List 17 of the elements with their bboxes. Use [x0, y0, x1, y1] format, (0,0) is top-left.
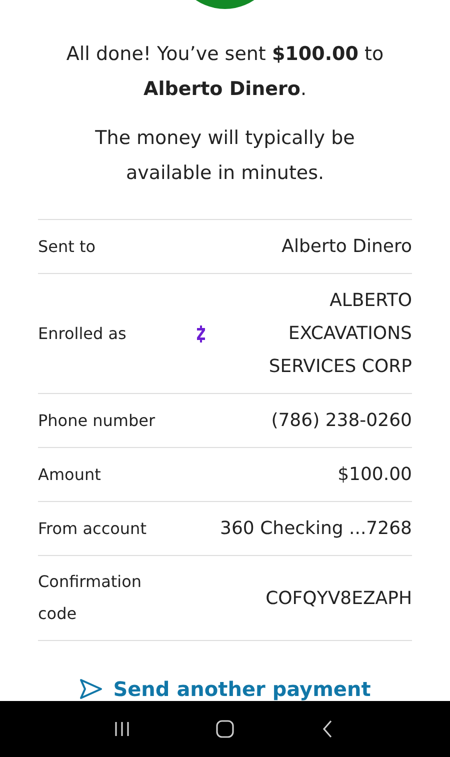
send-another-payment-link[interactable]: Send another payment	[79, 677, 371, 701]
detail-value: ALBERTO EXCAVATIONS SERVICES CORP	[268, 289, 412, 379]
detail-value: (786) 238-0260	[270, 409, 412, 433]
detail-value: 360 Checking ...7268	[219, 517, 412, 541]
confirmation-message: All done! You’ve sent $100.00 to Alberto Dinero.	[65, 42, 385, 102]
detail-label: Confirmation code	[38, 571, 143, 625]
detail-value: Alberto Dinero	[280, 235, 412, 259]
availability-note: The money will typically be available in minutes.	[94, 126, 356, 186]
zelle-icon	[195, 324, 207, 344]
detail-value: $100.00	[336, 463, 412, 487]
send-icon	[79, 677, 104, 701]
detail-value: COFQYV8EZAPH	[264, 586, 412, 610]
detail-label: Sent to	[38, 236, 97, 258]
detail-label: Phone number	[38, 410, 156, 432]
detail-label: From account	[38, 518, 148, 540]
detail-label: Amount	[38, 464, 102, 486]
detail-label: Enrolled as	[38, 322, 128, 344]
